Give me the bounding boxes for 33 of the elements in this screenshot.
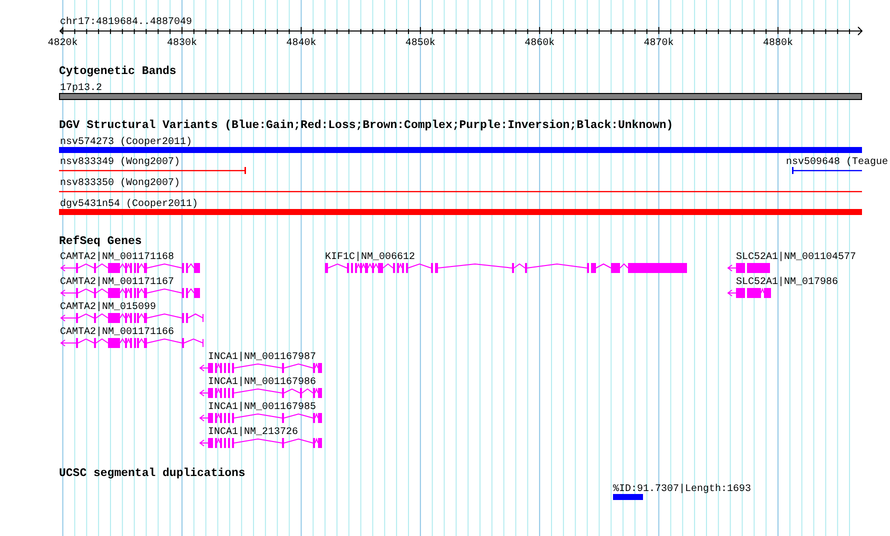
gene-label: INCA1|NM_001167985 (208, 402, 316, 413)
variant-label: nsv509648 (Teague (786, 157, 888, 168)
gene-label: INCA1|NM_213726 (208, 427, 298, 438)
gene-model (727, 288, 771, 298)
gene-label: CAMTA2|NM_015099 (60, 302, 156, 313)
gene-label: SLC52A1|NM_017986 (736, 277, 838, 288)
track-title: UCSC segmental duplications (59, 467, 246, 480)
gene-label: INCA1|NM_001167987 (208, 352, 316, 363)
track-title: DGV Structural Variants (Blue:Gain;Red:Loss;Brown:Complex;Purple:Inversion;Black:Unknown) (59, 119, 674, 132)
band-label: 17p13.2 (60, 83, 102, 94)
variant-label: nsv574273 (Cooper2011) (60, 137, 192, 148)
region-label: chr17:4819684..4887049 (60, 17, 192, 28)
gene-label: CAMTA2|NM_001171167 (60, 277, 174, 288)
duplication-bar (613, 494, 643, 500)
tick-label: 4870k (644, 38, 674, 49)
tick-label: 4880k (763, 38, 793, 49)
gene-label: KIF1C|NM_006612 (325, 252, 416, 263)
tick-label: 4850k (405, 38, 436, 49)
gene-label: CAMTA2|NM_001171168 (60, 252, 174, 263)
tick-label: 4830k (167, 38, 197, 49)
tick-label: 4840k (286, 38, 316, 49)
tick-label: 4860k (524, 38, 555, 49)
gene-label: SLC52A1|NM_001104577 (736, 252, 856, 263)
gene-model (727, 263, 770, 273)
track-title: Cytogenetic Bands (59, 65, 176, 78)
gene-label: INCA1|NM_001167986 (208, 377, 316, 388)
variant-label: nsv833350 (Wong2007) (60, 178, 180, 189)
track-title: RefSeq Genes (59, 235, 142, 248)
variant-label: nsv833349 (Wong2007) (60, 157, 180, 168)
variant-label: dgv5431n54 (Cooper2011) (60, 199, 198, 210)
duplication-label: %ID:91.7307|Length:1693 (613, 484, 752, 495)
tick-label: 4820k (48, 38, 78, 49)
gene-label: CAMTA2|NM_001171166 (60, 327, 174, 338)
